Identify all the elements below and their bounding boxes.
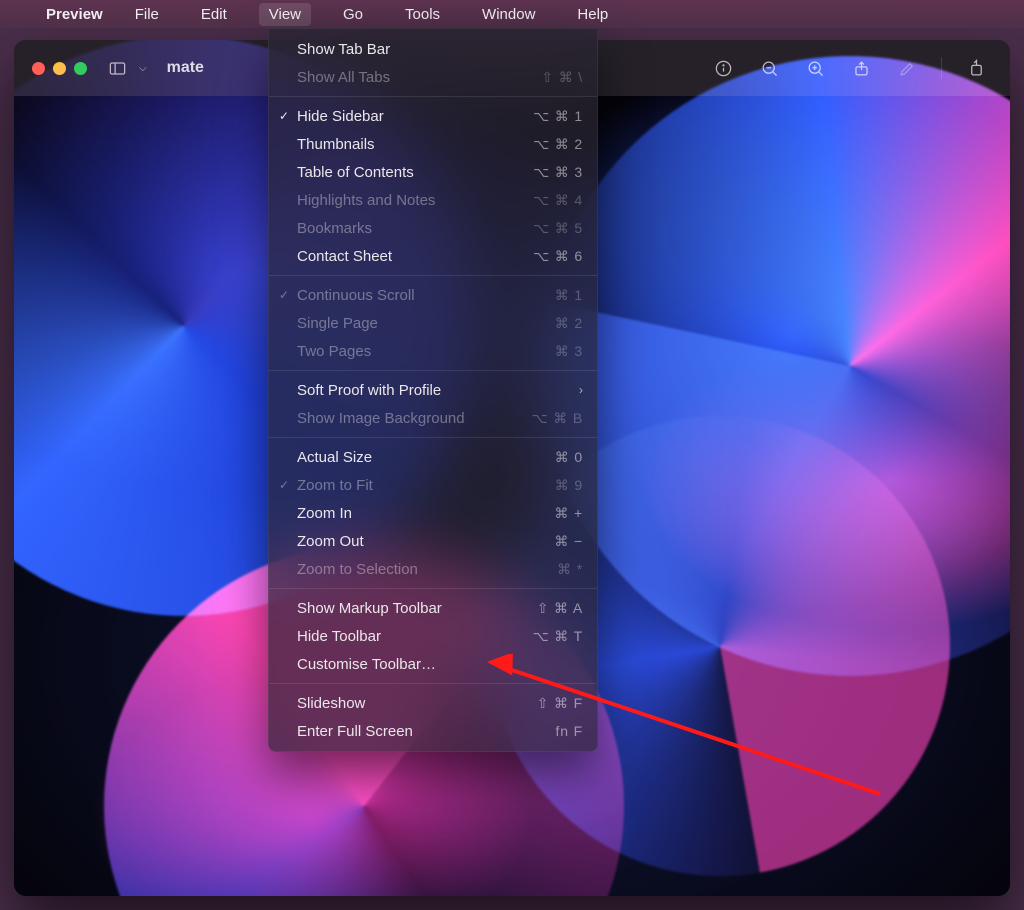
menu-item-shortcut: ⌥ ⌘ 3 <box>523 164 583 181</box>
menu-window[interactable]: Window <box>472 3 545 26</box>
menu-item-label: Slideshow <box>297 695 527 712</box>
menu-item-label: Contact Sheet <box>297 248 523 265</box>
menu-item-label: Two Pages <box>297 343 545 360</box>
menu-item-actual-size[interactable]: Actual Size⌘ 0 <box>269 443 597 471</box>
menu-item-bookmarks: Bookmarks⌥ ⌘ 5 <box>269 214 597 242</box>
menu-tools[interactable]: Tools <box>395 3 450 26</box>
menu-item-zoom-in[interactable]: Zoom In⌘ + <box>269 499 597 527</box>
menu-item-hide-toolbar[interactable]: Hide Toolbar⌥ ⌘ T <box>269 622 597 650</box>
menu-item-label: Zoom to Selection <box>297 561 547 578</box>
menu-go[interactable]: Go <box>333 3 373 26</box>
menu-item-shortcut: ⌘ 0 <box>545 449 583 466</box>
menu-help[interactable]: Help <box>567 3 618 26</box>
menu-separator <box>269 437 597 438</box>
menu-item-label: Zoom In <box>297 505 544 522</box>
menu-separator <box>269 275 597 276</box>
menu-item-show-tab-bar[interactable]: Show Tab Bar <box>269 35 597 63</box>
menu-item-shortcut: ⌘ 1 <box>545 287 583 304</box>
menu-separator <box>269 683 597 684</box>
menu-item-label: Actual Size <box>297 449 545 466</box>
menu-item-show-all-tabs: Show All Tabs⇧ ⌘ \ <box>269 63 597 91</box>
menu-item-label: Show Image Background <box>297 410 522 427</box>
menu-item-show-markup-toolbar[interactable]: Show Markup Toolbar⇧ ⌘ A <box>269 594 597 622</box>
menu-item-label: Thumbnails <box>297 136 523 153</box>
menu-item-customise-toolbar[interactable]: Customise Toolbar… <box>269 650 597 678</box>
menu-item-label: Zoom to Fit <box>297 477 545 494</box>
menu-item-label: Show Markup Toolbar <box>297 600 527 617</box>
menu-item-contact-sheet[interactable]: Contact Sheet⌥ ⌘ 6 <box>269 242 597 270</box>
menu-item-shortcut: ⌥ ⌘ 1 <box>523 108 583 125</box>
app-name[interactable]: Preview <box>46 6 103 23</box>
menu-item-shortcut: ⌥ ⌘ B <box>522 410 583 427</box>
menu-item-shortcut: ⌥ ⌘ 2 <box>523 136 583 153</box>
menu-item-label: Show Tab Bar <box>297 41 583 58</box>
menu-item-enter-full-screen[interactable]: Enter Full Screenfn F <box>269 717 597 745</box>
menu-item-shortcut: ⌥ ⌘ 6 <box>523 248 583 265</box>
menu-separator <box>269 588 597 589</box>
menu-item-shortcut: ⌘ 2 <box>545 315 583 332</box>
menu-separator <box>269 96 597 97</box>
menu-item-slideshow[interactable]: Slideshow⇧ ⌘ F <box>269 689 597 717</box>
check-icon: ✓ <box>279 288 289 302</box>
menu-item-shortcut: ⌘ * <box>547 561 583 578</box>
menu-item-zoom-out[interactable]: Zoom Out⌘ − <box>269 527 597 555</box>
menu-item-hide-sidebar[interactable]: ✓ Hide Sidebar⌥ ⌘ 1 <box>269 102 597 130</box>
menu-item-label: Zoom Out <box>297 533 544 550</box>
check-icon: ✓ <box>279 109 289 123</box>
menu-item-shortcut: fn F <box>546 723 583 739</box>
menu-item-shortcut: ⌘ 3 <box>545 343 583 360</box>
menu-item-label: Enter Full Screen <box>297 723 546 740</box>
menu-item-label: Show All Tabs <box>297 69 531 86</box>
menu-item-shortcut: ⇧ ⌘ F <box>527 695 583 712</box>
menu-item-shortcut: ⌥ ⌘ T <box>523 628 583 645</box>
menu-item-shortcut: ⌘ − <box>544 533 583 550</box>
menu-item-shortcut: ⌘ + <box>544 505 583 522</box>
menu-item-single-page: Single Page⌘ 2 <box>269 309 597 337</box>
menu-item-shortcut: ⇧ ⌘ \ <box>531 69 583 86</box>
view-menu-dropdown: Show Tab Bar Show All Tabs⇧ ⌘ \ ✓ Hide Side… <box>268 28 598 752</box>
menu-item-label: Continuous Scroll <box>297 287 545 304</box>
menu-item-thumbnails[interactable]: Thumbnails⌥ ⌘ 2 <box>269 130 597 158</box>
menu-item-label: Highlights and Notes <box>297 192 523 209</box>
menu-item-continuous-scroll: ✓ Continuous Scroll⌘ 1 <box>269 281 597 309</box>
menu-item-zoom-to-fit: ✓ Zoom to Fit⌘ 9 <box>269 471 597 499</box>
menu-item-shortcut: ⌘ 9 <box>545 477 583 494</box>
menu-item-two-pages: Two Pages⌘ 3 <box>269 337 597 365</box>
chevron-right-icon: › <box>579 383 583 397</box>
menu-separator <box>269 370 597 371</box>
menu-item-shortcut: ⌥ ⌘ 5 <box>523 220 583 237</box>
menu-item-soft-proof-with-profile[interactable]: Soft Proof with Profile › <box>269 376 597 404</box>
menu-item-table-of-contents[interactable]: Table of Contents⌥ ⌘ 3 <box>269 158 597 186</box>
menu-item-highlights-and-notes: Highlights and Notes⌥ ⌘ 4 <box>269 186 597 214</box>
menubar: Preview File Edit View Go Tools Window Help <box>0 0 1024 28</box>
menu-item-label: Hide Sidebar <box>297 108 523 125</box>
menu-item-shortcut: ⌥ ⌘ 4 <box>523 192 583 209</box>
menu-item-label: Hide Toolbar <box>297 628 523 645</box>
menu-item-label: Table of Contents <box>297 164 523 181</box>
check-icon: ✓ <box>279 478 289 492</box>
menu-view[interactable]: View <box>259 3 311 26</box>
menu-item-label: Soft Proof with Profile <box>297 382 571 399</box>
menu-item-label: Bookmarks <box>297 220 523 237</box>
menu-item-show-image-background: Show Image Background⌥ ⌘ B <box>269 404 597 432</box>
menu-item-label: Single Page <box>297 315 545 332</box>
menu-item-zoom-to-selection: Zoom to Selection⌘ * <box>269 555 597 583</box>
menu-item-label: Customise Toolbar… <box>297 656 583 673</box>
menu-edit[interactable]: Edit <box>191 3 237 26</box>
menu-file[interactable]: File <box>125 3 169 26</box>
menu-item-shortcut: ⇧ ⌘ A <box>527 600 583 617</box>
